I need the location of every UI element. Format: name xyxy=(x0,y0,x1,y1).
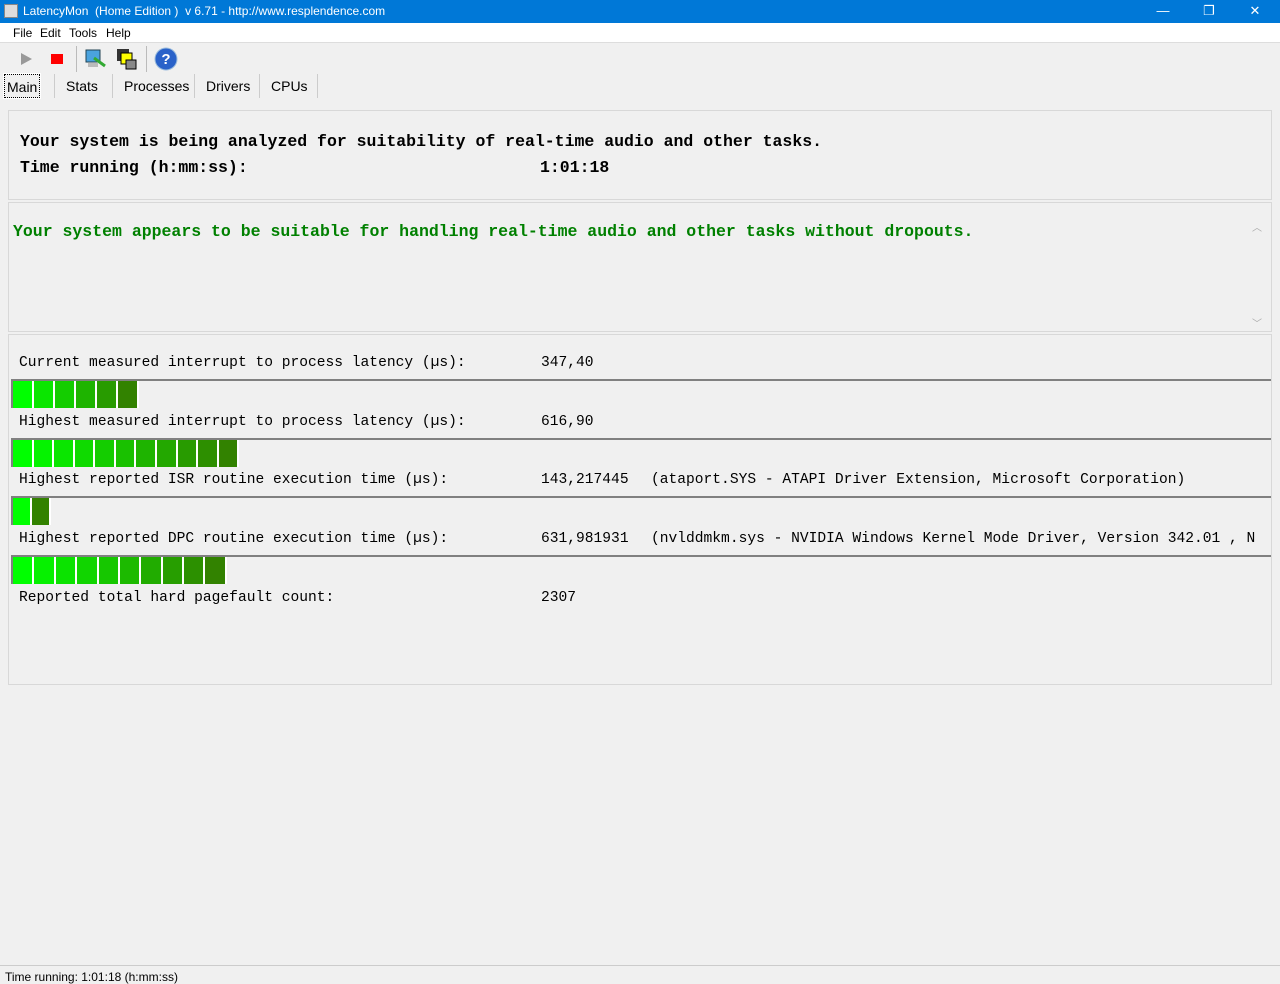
metric-value: 347,40 xyxy=(541,355,594,371)
bar-segment xyxy=(218,440,240,467)
bar-segment xyxy=(31,498,51,525)
bar-segment xyxy=(13,381,34,408)
metric-bar-fill xyxy=(13,440,240,467)
metric-bar-fill xyxy=(13,381,139,408)
time-running-label: Time running (h:mm:ss): xyxy=(20,158,248,177)
tab-cpus[interactable]: CPUs xyxy=(269,74,310,98)
status-bar: Time running: 1:01:18 (h:mm:ss) xyxy=(0,965,1280,984)
restore-button[interactable]: ❐ xyxy=(1186,0,1232,23)
tab-drivers[interactable]: Drivers xyxy=(204,74,252,98)
bar-segment xyxy=(115,440,137,467)
windows-icon[interactable] xyxy=(115,47,139,71)
bar-segment xyxy=(95,440,116,467)
stop-icon[interactable] xyxy=(45,47,69,71)
bar-segment xyxy=(54,381,76,408)
bar-segment xyxy=(33,381,55,408)
app-icon xyxy=(4,4,18,18)
metric-bar xyxy=(11,496,1271,525)
tab-bar: Main Stats Processes Drivers CPUs xyxy=(0,73,1280,100)
metric-value: 143,217445 xyxy=(541,472,629,488)
bar-segment xyxy=(119,557,142,584)
bar-segment xyxy=(34,557,56,584)
title-bar: LatencyMon (Home Edition ) v 6.71 - http… xyxy=(0,0,1280,23)
menu-bar: File Edit Tools Help xyxy=(0,23,1280,43)
metric-label: Highest reported DPC routine execution t… xyxy=(19,531,449,547)
minimize-button[interactable]: — xyxy=(1140,0,1186,23)
metric-bar xyxy=(11,438,1271,467)
metric-bar-fill xyxy=(13,557,227,584)
bar-segment xyxy=(136,440,158,467)
tab-processes[interactable]: Processes xyxy=(122,74,191,98)
metric-bar xyxy=(11,379,1271,408)
bar-segment xyxy=(184,557,206,584)
bar-segment xyxy=(141,557,163,584)
menu-file[interactable]: File xyxy=(13,26,32,40)
metric-detail: (nvlddmkm.sys - NVIDIA Windows Kernel Mo… xyxy=(651,531,1256,547)
svg-text:?: ? xyxy=(161,51,170,68)
bar-segment xyxy=(177,440,199,467)
bar-segment xyxy=(98,557,120,584)
metric-bar-fill xyxy=(13,498,51,525)
bar-segment xyxy=(205,557,227,584)
window-title: LatencyMon (Home Edition ) v 6.71 - http… xyxy=(23,4,386,18)
metric-label: Highest measured interrupt to process la… xyxy=(19,414,466,430)
verdict-text: Your system appears to be suitable for h… xyxy=(13,222,974,241)
verdict-scrollbar[interactable]: ︿ ﹀ xyxy=(1249,219,1265,331)
close-button[interactable]: ✕ xyxy=(1232,0,1278,23)
tab-stats[interactable]: Stats xyxy=(64,74,100,98)
menu-tools[interactable]: Tools xyxy=(69,26,97,40)
metric-bar xyxy=(11,555,1271,584)
bar-segment xyxy=(75,381,97,408)
pagefault-value: 2307 xyxy=(541,590,577,606)
metrics-panel: Current measured interrupt to process la… xyxy=(8,334,1272,685)
bar-segment xyxy=(198,440,219,467)
menu-edit[interactable]: Edit xyxy=(40,26,61,40)
bar-segment xyxy=(117,381,139,408)
metric-value: 616,90 xyxy=(541,414,594,430)
help-icon[interactable]: ? xyxy=(154,47,178,71)
toolbar: ? xyxy=(0,44,1280,74)
metric-detail: (ataport.SYS - ATAPI Driver Extension, M… xyxy=(651,472,1186,488)
bar-segment xyxy=(77,557,99,584)
bar-segment xyxy=(55,557,78,584)
bar-segment xyxy=(54,440,75,467)
metric-label: Current measured interrupt to process la… xyxy=(19,355,466,371)
bar-segment xyxy=(96,381,118,408)
metric-value: 631,981931 xyxy=(541,531,629,547)
bar-segment xyxy=(13,557,35,584)
computer-wrench-icon[interactable] xyxy=(83,47,107,71)
bar-segment xyxy=(13,498,32,525)
pagefault-label: Reported total hard pagefault count: xyxy=(19,590,335,606)
bar-segment xyxy=(13,440,34,467)
bar-segment xyxy=(33,440,55,467)
analysis-header: Your system is being analyzed for suitab… xyxy=(8,110,1272,200)
time-running-value: 1:01:18 xyxy=(540,158,610,177)
analysis-text: Your system is being analyzed for suitab… xyxy=(20,132,823,151)
metric-label: Highest reported ISR routine execution t… xyxy=(19,472,449,488)
bar-segment xyxy=(74,440,96,467)
play-icon[interactable] xyxy=(14,47,38,71)
tab-main[interactable]: Main xyxy=(2,73,42,99)
bar-segment xyxy=(162,557,184,584)
bar-segment xyxy=(157,440,178,467)
verdict-panel: Your system appears to be suitable for h… xyxy=(8,202,1272,332)
menu-help[interactable]: Help xyxy=(106,26,131,40)
